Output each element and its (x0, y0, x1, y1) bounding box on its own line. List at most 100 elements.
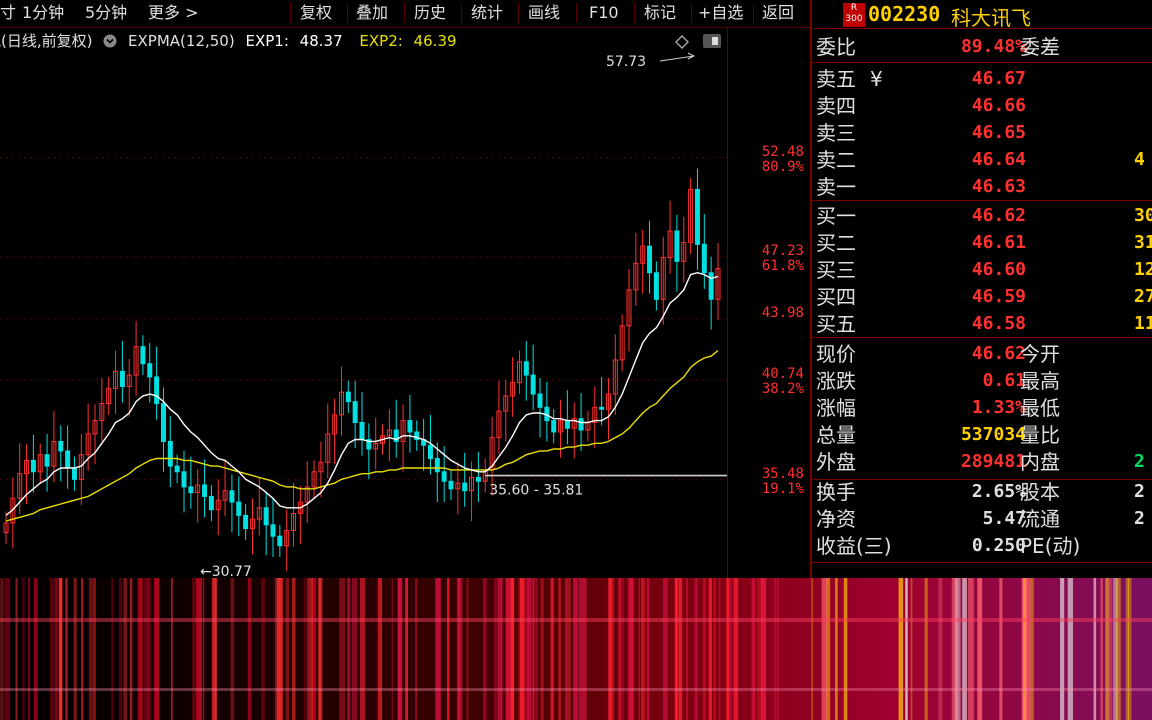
toolbar-partial-item[interactable]: 寸 (0, 0, 16, 26)
candle-body (58, 440, 64, 452)
candle-body (653, 272, 659, 300)
row-label-2: 最低 (1020, 396, 1060, 420)
row-label: 卖一 (816, 175, 856, 199)
candle-body (564, 420, 570, 429)
candle-body (65, 450, 71, 469)
candle-body (537, 393, 543, 408)
candle-body (352, 401, 358, 423)
candle-body (188, 486, 194, 494)
badge-bottom-text: 300 (845, 14, 863, 24)
volume-streak (954, 578, 961, 720)
row-value-2: 2 (1134, 508, 1145, 529)
volume-streak (811, 578, 813, 720)
volume-streak (1115, 578, 1121, 720)
volume-streak (129, 578, 133, 720)
row-label: 换手 (816, 480, 856, 504)
overlay-button[interactable]: 叠加 (356, 0, 388, 26)
row-label: 买四 (816, 285, 856, 309)
candle-body (140, 346, 146, 365)
volume-streak (774, 578, 776, 720)
volume-streak (405, 578, 408, 720)
volume-streak (638, 578, 640, 720)
volume-streak (608, 578, 615, 720)
volume-streak (962, 578, 967, 720)
candle-body (359, 421, 365, 441)
row-label-2: 量比 (1020, 423, 1060, 447)
back-button[interactable]: 返回 (762, 0, 794, 26)
volume-streak (49, 578, 55, 720)
toolbar-divider (691, 3, 692, 23)
row-value-2: 11 (1134, 313, 1152, 334)
adjust-button[interactable]: 复权 (300, 0, 332, 26)
divider (812, 200, 1152, 201)
candle-body (462, 482, 468, 492)
volume-streak (525, 578, 530, 720)
row-label-2: PE(动) (1020, 534, 1081, 558)
volume-streak (759, 578, 761, 720)
volume-streak (702, 578, 706, 720)
history-button[interactable]: 历史 (414, 0, 446, 26)
add-watchlist-button[interactable]: +自选 (698, 0, 743, 26)
volume-streak (573, 578, 578, 720)
volume-streak (924, 578, 928, 720)
volume-streak (73, 578, 77, 720)
row-value: 46.63 (971, 176, 1026, 197)
quote-row: 涨跌 0.61 最高 (812, 368, 1152, 394)
volume-streak (733, 578, 739, 720)
volume-streak (277, 578, 283, 720)
volume-streak (533, 578, 535, 720)
volume-streak (1026, 578, 1031, 720)
statistics-button[interactable]: 统计 (471, 0, 503, 26)
more-menu[interactable]: 更多 > (148, 0, 199, 26)
volume-streak (146, 578, 152, 720)
volume-streak (123, 578, 127, 720)
candle-body (475, 476, 481, 482)
volume-streak (753, 578, 755, 720)
axis-pct-label: 61.8% (761, 258, 804, 275)
volume-streak (565, 578, 569, 720)
candle-body (647, 245, 653, 274)
volume-streak (88, 578, 95, 720)
row-label-2: 最高 (1020, 369, 1060, 393)
row-label-2: 今开 (1020, 342, 1060, 366)
badge-top-text: R (850, 3, 858, 13)
draw-line-button[interactable]: 画线 (528, 0, 560, 26)
volume-streak (675, 578, 680, 720)
tab-5-minute[interactable]: 5分钟 (85, 0, 127, 26)
candle-body (407, 420, 413, 433)
quote-row: 外盘 289481 内盘 2 (812, 449, 1152, 475)
row-value-2: 2 (1134, 451, 1145, 472)
axis-pct-label: 19.1% (761, 480, 804, 497)
volume-streak (498, 578, 503, 720)
f10-button[interactable]: F10 (589, 0, 619, 26)
volume-streak (776, 578, 779, 720)
volume-streak (641, 578, 645, 720)
mark-button[interactable]: 标记 (644, 0, 676, 26)
row-value: 46.62 (971, 343, 1026, 364)
buy-row: 买一 46.62 30 (812, 203, 1152, 229)
candle-body (448, 480, 454, 490)
volume-streak (22, 578, 25, 720)
volume-streak (94, 578, 96, 720)
row-label-2: 流通 (1020, 507, 1060, 531)
tab-1-minute[interactable]: 1分钟 (22, 0, 64, 26)
volume-streak (1023, 578, 1026, 720)
chart-axis-divider (727, 28, 728, 578)
volume-streak (518, 578, 524, 720)
sell-row: 卖四 46.66 (812, 93, 1152, 119)
volume-streak (28, 578, 30, 720)
volume-streak (999, 578, 1003, 720)
volume-streak (507, 578, 509, 720)
row-label: 外盘 (816, 450, 856, 474)
volume-streak (54, 578, 58, 720)
volume-streak (137, 578, 143, 720)
kline-chart[interactable]: 35.60 - 35.8157.73←30.77 (0, 28, 728, 580)
row-value: 289481 (960, 451, 1026, 472)
volume-streak (58, 578, 62, 720)
buy-row: 买四 46.59 27 (812, 284, 1152, 310)
quote-row: 总量 537034 量比 (812, 422, 1152, 448)
quote-row: 涨幅 1.33% 最低 (812, 395, 1152, 421)
volume-streak (230, 578, 235, 720)
order-ratio-label: 委比 (816, 35, 856, 59)
volume-streak (4, 578, 11, 720)
